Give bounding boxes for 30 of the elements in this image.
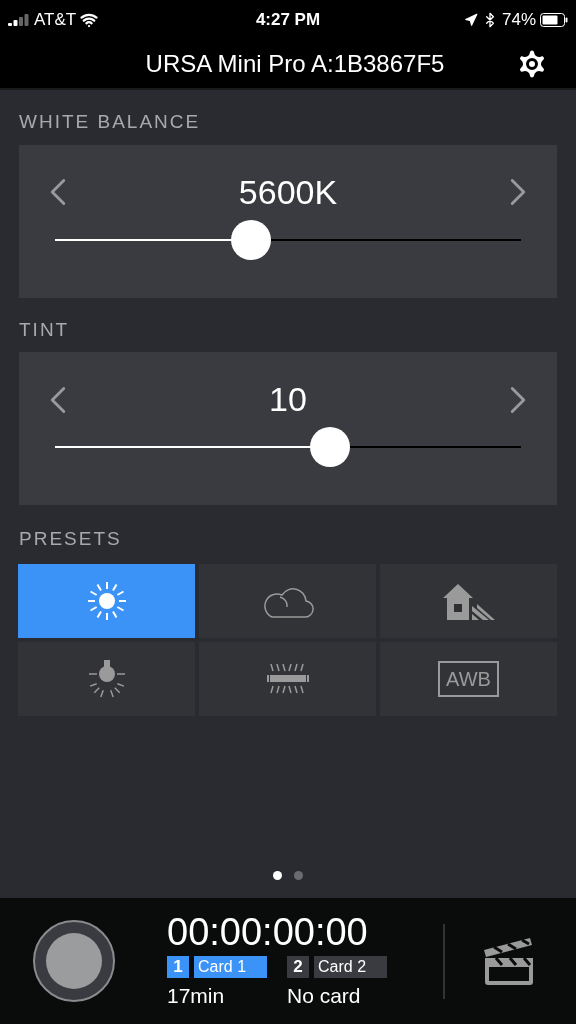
preset-button[interactable]: AWB [380,641,557,716]
section-label: WHITE BALANCE [19,110,202,134]
camera-title: URSA Mini Pro A:1B3867F5 [145,50,445,77]
value-readout: 5600K [238,171,338,213]
timecode: 00:00:00:00 [167,910,369,955]
card-status: 17min [167,983,226,1010]
card-number: 1 [167,956,189,979]
card-name: Card 2 [314,956,387,979]
preset-button[interactable] [18,641,195,716]
slider-track[interactable] [55,238,521,241]
signal-icon [8,14,30,26]
preset-button[interactable] [380,563,557,638]
battery-percent: 74% [501,9,536,32]
clapperboard-icon[interactable] [482,936,536,986]
clock-time: 4:27 PM [255,9,321,32]
location-icon [463,13,478,27]
card-status: No card [287,983,362,1010]
preset-button[interactable] [18,563,195,638]
carrier-name: AT&T [34,9,77,32]
section-label: TINT [19,317,71,342]
card-name: Card 1 [194,956,267,979]
slider-thumb[interactable] [230,219,271,260]
preset-button[interactable] [199,641,376,716]
slider-thumb[interactable] [309,427,350,467]
card-number: 2 [287,956,309,979]
awb-label: AWB [438,660,499,697]
wifi-icon [80,11,99,29]
section-label: PRESETS [19,527,123,551]
value-readout: 10 [269,379,307,420]
battery-icon [540,13,568,27]
